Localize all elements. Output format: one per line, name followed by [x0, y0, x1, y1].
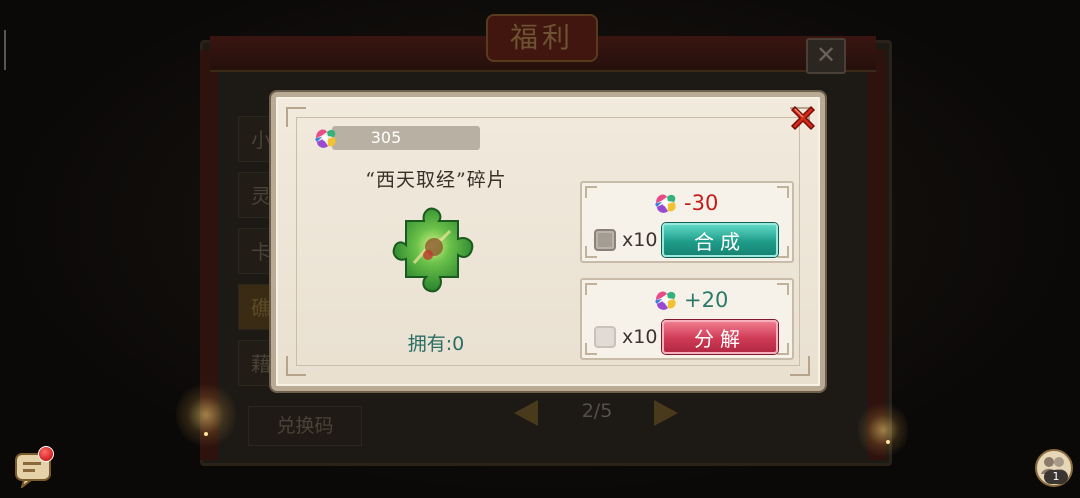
decompose-multiplier-label: x10	[622, 326, 658, 348]
compose-button[interactable]: 合成	[662, 223, 778, 257]
compose-panel: -30 x10 合成	[580, 181, 794, 263]
puzzle-piece-icon	[384, 203, 484, 303]
currency-value: 305	[370, 128, 402, 147]
pager: 2/5	[512, 396, 682, 432]
welfare-close-button[interactable]: ✕	[806, 38, 846, 74]
friends-button[interactable]: 1	[1034, 448, 1074, 488]
compose-x10-checkbox[interactable]	[594, 229, 616, 251]
spirit-gem-icon	[652, 189, 680, 217]
redeem-code-button[interactable]: 兑换码	[248, 406, 362, 446]
page-indicator: 2/5	[581, 400, 613, 422]
curtain-right	[868, 50, 886, 460]
dialog-close-button[interactable]	[786, 101, 820, 135]
corner-ornament	[777, 246, 789, 258]
spirit-gem-icon	[652, 286, 680, 314]
chat-button[interactable]	[14, 446, 54, 490]
corner-ornament	[777, 186, 789, 198]
close-icon	[790, 105, 816, 131]
lantern-glow-right	[858, 400, 908, 460]
notification-dot	[38, 446, 54, 462]
fragment-dialog: 305 “西天取经”碎片 拥有:0 -30 x10 合成 +20 x10 分解	[271, 92, 825, 391]
corner-ornament	[286, 356, 306, 376]
edge-indicator	[4, 30, 6, 70]
prev-page-icon[interactable]	[514, 400, 538, 426]
corner-ornament	[777, 283, 789, 295]
currency-display: 305	[312, 124, 480, 152]
decompose-gain-value: +20	[684, 288, 729, 312]
next-page-icon[interactable]	[654, 400, 678, 426]
compose-cost-value: -30	[684, 191, 719, 215]
welfare-title: 福利	[486, 14, 598, 62]
lantern-glow-left	[176, 380, 236, 450]
online-friends-count: 1	[1044, 470, 1068, 484]
decompose-gain: +20	[652, 286, 728, 314]
decompose-button[interactable]: 分解	[662, 320, 778, 354]
close-icon: ✕	[815, 41, 837, 69]
sparkle	[886, 440, 890, 444]
decompose-panel: +20 x10 分解	[580, 278, 794, 360]
corner-ornament	[777, 343, 789, 355]
owned-count: 拥有:0	[407, 333, 465, 355]
decompose-x10-checkbox[interactable]	[594, 326, 616, 348]
compose-cost: -30	[652, 189, 718, 217]
corner-ornament	[585, 283, 597, 295]
item-name: “西天取经”碎片	[365, 169, 507, 191]
corner-ornament	[286, 107, 306, 127]
compose-multiplier-label: x10	[622, 229, 658, 251]
corner-ornament	[585, 186, 597, 198]
spirit-gem-icon	[312, 124, 340, 152]
sparkle	[204, 432, 208, 436]
